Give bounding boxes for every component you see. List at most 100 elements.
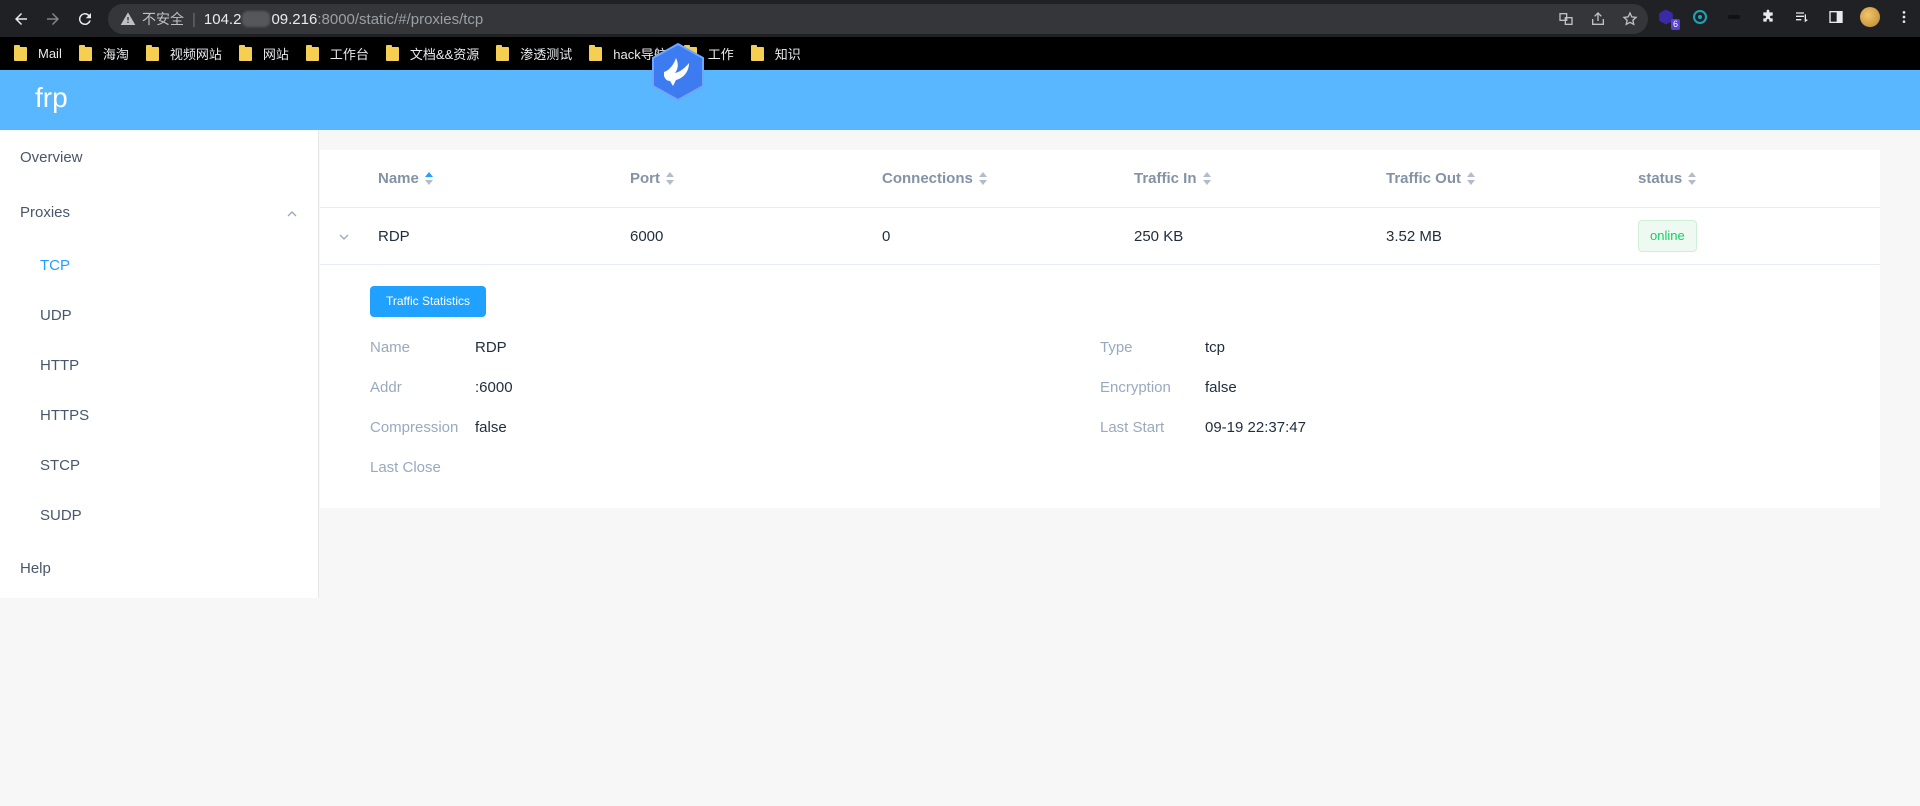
bookmark-item[interactable]: 视频网站 [145, 44, 222, 63]
folder-icon [238, 44, 252, 61]
reload-icon [78, 12, 91, 25]
address-bar[interactable]: 不安全 | 104.2 09.216 :8000/static/#/proxie… [108, 4, 1648, 34]
sidebar-item-tcp[interactable]: TCP [40, 257, 70, 274]
url-host-suffix: 09.216 [271, 10, 318, 28]
column-header-connections[interactable]: Connections [882, 170, 987, 187]
omnibox-separator: | [192, 10, 196, 28]
sidebar-item-overview[interactable]: Overview [20, 149, 83, 166]
omnibox-actions [1556, 9, 1640, 29]
folder-icon [14, 44, 27, 61]
sidebar-item-help[interactable]: Help [20, 560, 51, 577]
traffic-statistics-button[interactable]: Traffic Statistics [370, 286, 487, 317]
table-row[interactable]: RDP 6000 0 250 KB 3.52 MB online [320, 209, 1880, 265]
column-header-name[interactable]: Name [378, 170, 433, 187]
bookmark-item[interactable]: 工作台 [305, 44, 369, 63]
reload-button[interactable] [70, 4, 100, 34]
column-header-traffic-out[interactable]: Traffic Out [1386, 170, 1476, 187]
warning-icon [120, 12, 136, 25]
folder-icon [78, 44, 92, 61]
bookmark-item[interactable]: Mail [14, 44, 62, 61]
folder-icon [496, 44, 510, 61]
url-host-prefix: 104.2 [203, 10, 242, 28]
column-header-traffic-in[interactable]: Traffic In [1134, 170, 1211, 187]
extensions-area: 6 [1655, 6, 1915, 30]
folder-icon [750, 44, 764, 61]
column-header-port[interactable]: Port [630, 170, 674, 187]
profile-avatar[interactable] [1859, 6, 1881, 28]
proxies-table-panel: Name Port Connections Traffic In Traffic… [320, 150, 1880, 508]
extension-target-icon[interactable] [1689, 6, 1711, 28]
detail-label-compression: Compression [370, 419, 459, 436]
bookmark-star-icon[interactable] [1620, 9, 1640, 29]
bird-extension-icon[interactable] [650, 42, 706, 102]
bookmark-item[interactable]: 网站 [238, 44, 289, 63]
bookmark-item[interactable]: 知识 [750, 44, 801, 63]
detail-label-last-start: Last Start [1100, 419, 1165, 436]
chevron-up-icon[interactable] [286, 208, 298, 220]
status-badge: online [1638, 220, 1697, 252]
side-panel-icon[interactable] [1825, 6, 1847, 28]
sidebar: Overview Proxies TCP UDP HTTP HTTPS STCP… [0, 130, 319, 598]
sort-ascending-icon[interactable] [424, 172, 433, 185]
detail-label-encryption: Encryption [1100, 379, 1171, 396]
detail-label-last-close: Last Close [370, 459, 441, 476]
blurred-ip-segment [242, 11, 271, 27]
folder-icon [589, 44, 603, 61]
cell-connections: 0 [882, 228, 891, 245]
sidebar-item-sudp[interactable]: SUDP [40, 507, 82, 524]
sidebar-item-http[interactable]: HTTP [40, 357, 79, 374]
detail-label-addr: Addr [370, 379, 402, 396]
sidebar-item-proxies[interactable]: Proxies [20, 204, 70, 221]
bookmark-label: Mail [38, 46, 62, 61]
sort-icon[interactable] [1688, 172, 1697, 185]
bookmark-label: 渗透测试 [520, 47, 573, 62]
extensions-puzzle-icon[interactable] [1757, 6, 1779, 28]
bookmark-label: 网站 [262, 47, 289, 62]
detail-value-type: tcp [1205, 339, 1226, 356]
bookmarks-bar: Mail 海淘 视频网站 网站 工作台 文档&&资源 渗透测试 hack导航 工… [0, 37, 1920, 70]
bookmark-item[interactable]: 文档&&资源 [385, 44, 480, 63]
bookmark-label: 工作 [707, 47, 734, 62]
extension-dark-icon[interactable] [1723, 6, 1745, 28]
back-button[interactable] [6, 4, 36, 34]
bookmark-label: 知识 [774, 47, 801, 62]
sort-icon[interactable] [978, 172, 987, 185]
sort-icon[interactable] [1467, 172, 1476, 185]
sort-icon[interactable] [666, 172, 674, 185]
bookmark-label: 工作台 [329, 47, 369, 62]
forward-arrow-icon [47, 12, 59, 25]
sort-icon[interactable] [1202, 172, 1211, 185]
table-header: Name Port Connections Traffic In Traffic… [320, 150, 1880, 208]
detail-value-compression: false [475, 419, 507, 436]
expanded-row-detail: Traffic Statistics Name RDP Addr :6000 C… [320, 266, 1880, 508]
extension-hexagon-icon[interactable]: 6 [1655, 6, 1680, 30]
detail-value-name: RDP [475, 339, 507, 356]
sidebar-item-udp[interactable]: UDP [40, 307, 72, 324]
reading-list-icon[interactable] [1791, 6, 1813, 28]
translate-icon[interactable] [1556, 9, 1576, 29]
insecure-label: 不安全 [142, 11, 184, 27]
detail-label-name: Name [370, 339, 411, 356]
folder-icon [145, 44, 159, 61]
detail-label-type: Type [1100, 339, 1133, 356]
sidebar-item-https[interactable]: HTTPS [40, 407, 89, 424]
column-header-status[interactable]: status [1638, 170, 1697, 187]
sidebar-item-stcp[interactable]: STCP [40, 457, 80, 474]
folder-icon [385, 44, 399, 61]
bookmark-label: 文档&&资源 [409, 47, 480, 62]
bookmark-item[interactable]: 海淘 [78, 44, 129, 63]
bookmark-label: 视频网站 [169, 47, 222, 62]
cell-name: RDP [378, 228, 410, 245]
browser-toolbar: 不安全 | 104.2 09.216 :8000/static/#/proxie… [0, 0, 1920, 37]
detail-value-last-start: 09-19 22:37:47 [1205, 419, 1306, 436]
bookmark-item[interactable]: 渗透测试 [496, 44, 572, 63]
url-path: :8000/static/#/proxies/tcp [317, 10, 484, 28]
share-icon[interactable] [1588, 9, 1608, 29]
cell-traffic-in: 250 KB [1134, 228, 1184, 245]
browser-menu-icon[interactable] [1893, 6, 1915, 28]
folder-icon [305, 44, 319, 61]
chevron-down-icon[interactable] [338, 231, 350, 243]
cell-port: 6000 [630, 228, 664, 245]
detail-value-encryption: false [1205, 379, 1237, 396]
forward-button[interactable] [38, 4, 68, 34]
